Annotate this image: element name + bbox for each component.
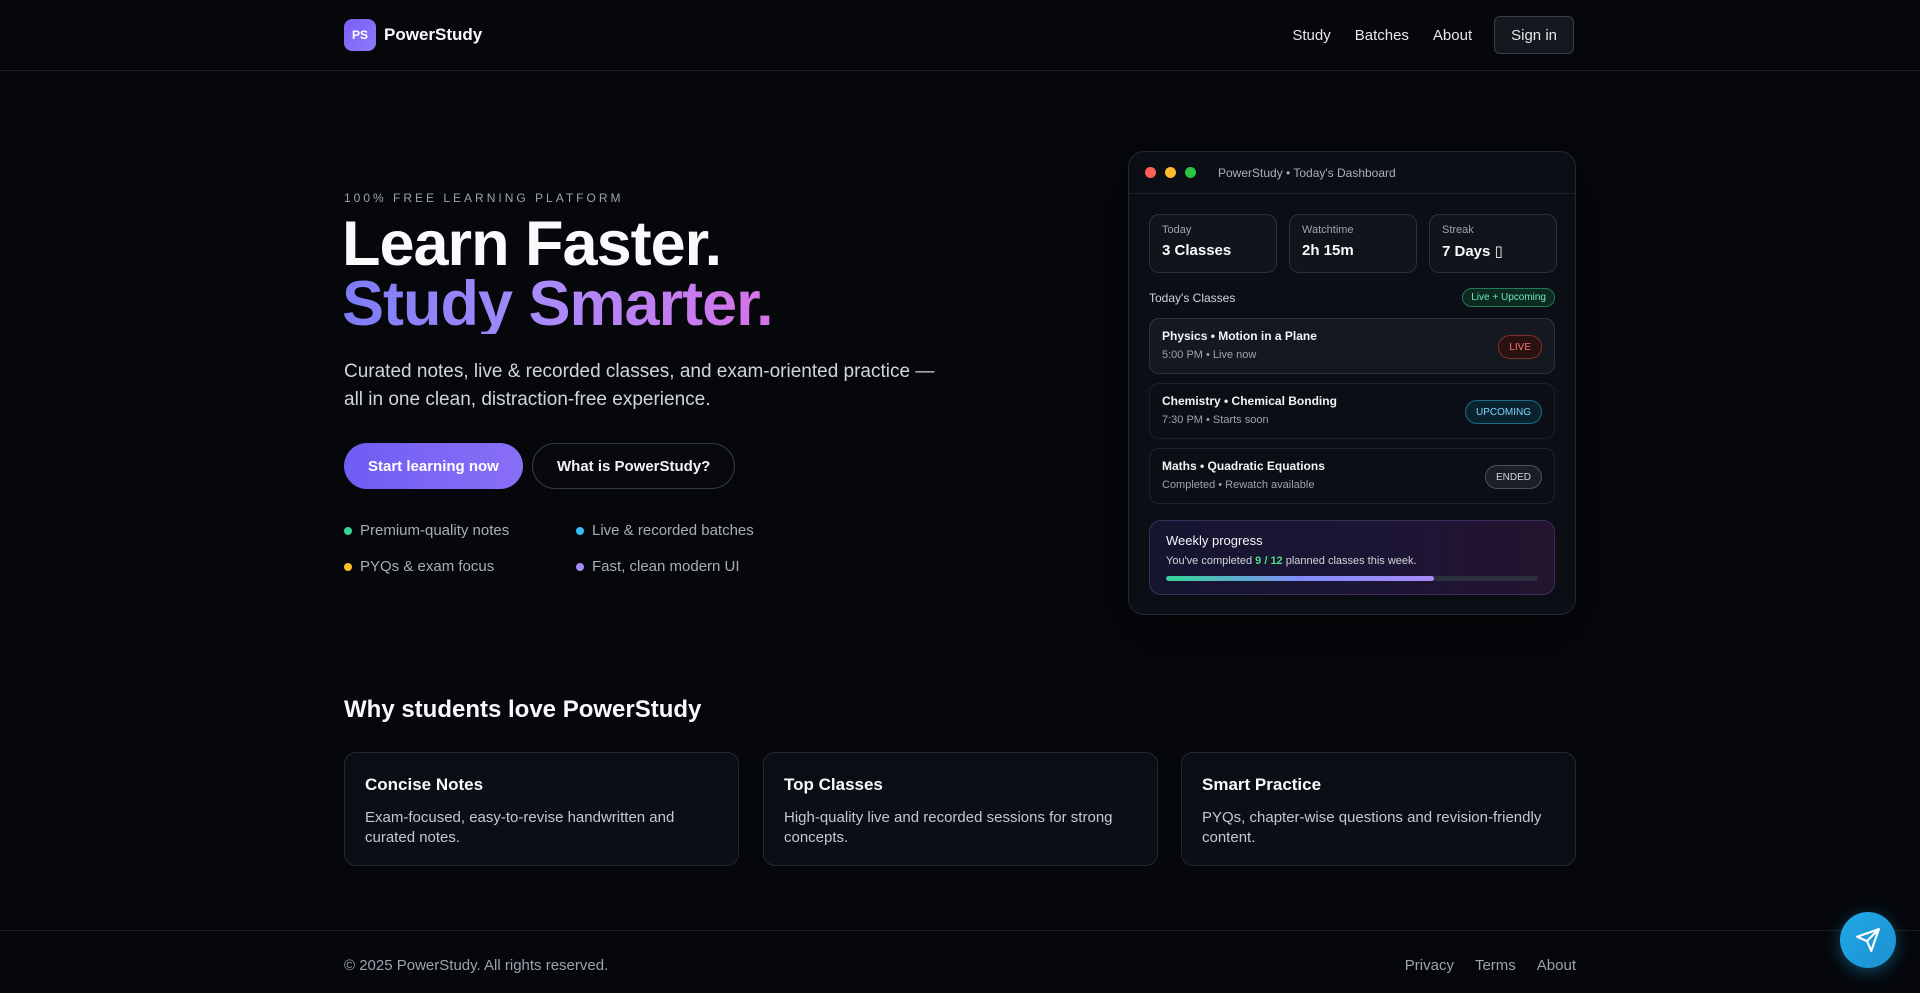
hero-title: Learn Faster. Study Smarter.	[342, 209, 774, 339]
hero-subtitle: Curated notes, live & recorded classes, …	[344, 361, 935, 410]
copyright: © 2025 PowerStudy. All rights reserved.	[344, 957, 609, 974]
weekly-progress-card: Weekly progress You've completed 9 / 12 …	[1149, 520, 1555, 595]
stat-label: Today	[1162, 224, 1192, 236]
start-learning-button[interactable]: Start learning now	[344, 443, 523, 489]
card-text: High-quality live and recorded sessions …	[784, 809, 1113, 846]
feature-item: Live & recorded batches	[576, 522, 754, 539]
weekly-text-after: planned classes this week.	[1282, 555, 1417, 567]
signin-button[interactable]: Sign in	[1494, 16, 1574, 54]
feature-item: PYQs & exam focus	[344, 558, 494, 575]
progress-fill	[1166, 576, 1434, 581]
card-title: Concise Notes	[365, 775, 484, 794]
class-name: Maths • Quadratic Equations	[1162, 459, 1325, 473]
close-window-icon	[1145, 167, 1156, 178]
weekly-text-before: You've completed	[1166, 555, 1256, 567]
footer-link-privacy[interactable]: Privacy	[1405, 957, 1454, 974]
why-title: Why students love PowerStudy	[344, 696, 702, 723]
card-text: PYQs, chapter-wise questions and revisio…	[1202, 809, 1542, 846]
green-dot-icon	[344, 526, 352, 535]
what-is-button[interactable]: What is PowerStudy?	[532, 443, 736, 489]
feature-label: Fast, clean modern UI	[592, 558, 740, 575]
card-title: Smart Practice	[1202, 775, 1322, 794]
status-badge: LIVE	[1498, 335, 1542, 359]
feature-label: Live & recorded batches	[592, 522, 754, 539]
stat-label: Watchtime	[1302, 224, 1354, 236]
brand[interactable]: PS PowerStudy	[344, 19, 482, 51]
weekly-title: Weekly progress	[1166, 533, 1263, 548]
send-icon	[1856, 928, 1880, 952]
dashboard-titlebar: PowerStudy • Today's Dashboard	[1129, 152, 1575, 194]
brand-logo[interactable]: PS	[344, 19, 376, 51]
stat-value: 2h 15m	[1302, 242, 1354, 259]
class-item[interactable]: Chemistry • Chemical Bonding 7:30 PM • S…	[1149, 383, 1555, 439]
todays-classes-label: Today's Classes	[1149, 291, 1236, 305]
status-badge: ENDED	[1484, 465, 1542, 489]
class-meta: 5:00 PM • Live now	[1162, 349, 1257, 361]
class-name: Physics • Motion in a Plane	[1162, 329, 1317, 343]
feature-label: PYQs & exam focus	[360, 558, 495, 575]
progress-track	[1166, 576, 1538, 581]
stat-today: Today 3 Classes	[1149, 214, 1277, 273]
footer-links: Privacy Terms About	[1384, 957, 1576, 974]
nav-study[interactable]: Study	[1292, 27, 1330, 44]
send-button[interactable]	[1840, 912, 1896, 968]
weekly-count: 9 / 12	[1255, 555, 1283, 567]
status-badge: UPCOMING	[1465, 400, 1542, 424]
stat-value: 7 Days ▯	[1442, 243, 1503, 260]
feature-card-classes: Top Classes High-quality live and record…	[763, 752, 1158, 866]
hero-eyebrow: 100% FREE LEARNING PLATFORM	[344, 191, 624, 205]
maximize-window-icon	[1185, 167, 1196, 178]
minimize-window-icon	[1165, 167, 1176, 178]
main-nav: Study Batches About Sign in	[1292, 16, 1574, 54]
nav-about[interactable]: About	[1433, 27, 1472, 44]
feature-item: Premium-quality notes	[344, 522, 509, 539]
weekly-text: You've completed 9 / 12 planned classes …	[1166, 555, 1538, 567]
nav-batches[interactable]: Batches	[1355, 27, 1409, 44]
blue-dot-icon	[576, 526, 584, 535]
feature-label: Premium-quality notes	[360, 522, 510, 539]
purple-dot-icon	[576, 562, 584, 571]
class-item[interactable]: Physics • Motion in a Plane 5:00 PM • Li…	[1149, 318, 1555, 374]
brand-name[interactable]: PowerStudy	[384, 25, 482, 45]
feature-card-practice: Smart Practice PYQs, chapter-wise questi…	[1181, 752, 1576, 866]
yellow-dot-icon	[344, 562, 352, 571]
dashboard-preview: PowerStudy • Today's Dashboard Today 3 C…	[1128, 151, 1576, 615]
hero-title-line2: Study Smarter.	[342, 269, 774, 339]
site-footer: © 2025 PowerStudy. All rights reserved. …	[0, 930, 1920, 993]
feature-card-notes: Concise Notes Exam-focused, easy-to-revi…	[344, 752, 739, 866]
class-item[interactable]: Maths • Quadratic Equations Completed • …	[1149, 448, 1555, 504]
stat-streak: Streak 7 Days ▯	[1429, 214, 1557, 273]
footer-link-terms[interactable]: Terms	[1475, 957, 1516, 974]
dashboard-title: PowerStudy • Today's Dashboard	[1218, 165, 1396, 180]
footer-link-about[interactable]: About	[1537, 957, 1576, 974]
live-upcoming-badge: Live + Upcoming	[1462, 288, 1555, 307]
hero-title-line1: Learn Faster.	[342, 209, 722, 279]
card-title: Top Classes	[784, 775, 883, 794]
stat-label: Streak	[1442, 224, 1474, 236]
site-header: PS PowerStudy Study Batches About Sign i…	[0, 0, 1920, 71]
stat-value: 3 Classes	[1162, 242, 1232, 259]
feature-item: Fast, clean modern UI	[576, 558, 740, 575]
stat-watchtime: Watchtime 2h 15m	[1289, 214, 1417, 273]
card-text: Exam-focused, easy-to-revise handwritten…	[365, 809, 675, 846]
